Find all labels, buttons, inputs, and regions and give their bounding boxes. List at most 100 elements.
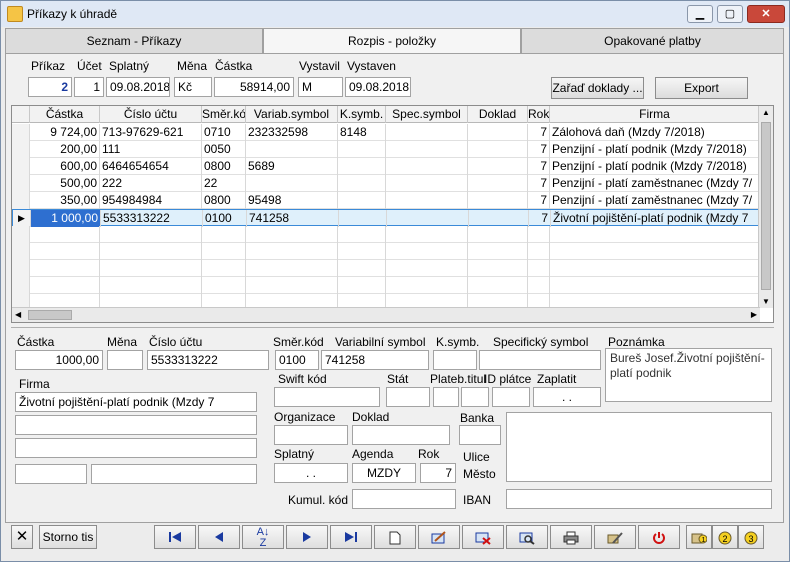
col-castka[interactable]: Částka: [30, 106, 100, 123]
label-prikaz: Příkaz: [31, 59, 66, 73]
table-row[interactable]: 600,00 6464654654 0800 5689 7 Penzijní -…: [12, 158, 760, 175]
col-rok[interactable]: Rok: [528, 106, 550, 123]
label-spec-detail: Specifický symbol: [493, 335, 589, 349]
zarad-doklady-button[interactable]: Zařaď doklady ...: [551, 77, 644, 99]
spec-detail-field[interactable]: [479, 350, 601, 370]
label-iban: IBAN: [463, 493, 492, 507]
psc-field[interactable]: [15, 464, 87, 484]
adresa-banky-field[interactable]: [506, 412, 772, 482]
maximize-button[interactable]: ▢: [717, 5, 743, 23]
new-document-icon[interactable]: [374, 525, 416, 549]
help-3-icon[interactable]: 3: [738, 525, 764, 549]
svg-text:3: 3: [749, 534, 754, 544]
scroll-up-icon[interactable]: ▲: [762, 108, 770, 117]
mena-field[interactable]: Kč: [174, 77, 212, 97]
label-ulice: Ulice: [463, 450, 490, 464]
col-spec-symbol[interactable]: Spec.symbol: [386, 106, 468, 123]
vystaven-field[interactable]: 09.08.2018: [345, 77, 411, 97]
iban-field[interactable]: [506, 489, 772, 509]
table-row[interactable]: 9 724,00 713-97629-621 0710 232332598 81…: [12, 124, 760, 141]
tab-opakovane-platby[interactable]: Opakované platby: [521, 28, 784, 54]
plateb-field[interactable]: [433, 387, 459, 407]
rok-detail-field[interactable]: 7: [420, 463, 456, 483]
sort-az-icon[interactable]: A↓ Z: [242, 525, 284, 549]
label-doklad-detail: Doklad: [352, 410, 390, 424]
delete-icon[interactable]: [462, 525, 504, 549]
col-doklad[interactable]: Doklad: [468, 106, 528, 123]
label-var-detail: Variabilní symbol: [335, 335, 426, 349]
grid-horizontal-scrollbar[interactable]: ◀ ▶: [12, 307, 760, 322]
swift-field[interactable]: [274, 387, 380, 407]
obec-field[interactable]: [91, 464, 257, 484]
grid-header: Částka Číslo účtu Směr.kód Variab.symbol…: [12, 106, 760, 123]
smer-detail-field[interactable]: 0100: [275, 350, 319, 370]
svg-text:2: 2: [723, 534, 728, 544]
poznamka-field[interactable]: Bureš Josef.Životní pojištění-platí podn…: [605, 348, 772, 402]
agenda-field[interactable]: MZDY: [352, 463, 416, 483]
zaplatit-field[interactable]: . .: [533, 387, 601, 407]
tools-icon[interactable]: [594, 525, 636, 549]
first-record-icon[interactable]: [154, 525, 196, 549]
print-icon[interactable]: [550, 525, 592, 549]
prikaz-field[interactable]: 2: [28, 77, 72, 97]
storno-button[interactable]: Storno tis: [39, 525, 97, 549]
next-record-icon[interactable]: [286, 525, 328, 549]
scroll-thumb[interactable]: [28, 310, 72, 320]
castka-field[interactable]: 58914,00: [214, 77, 294, 97]
help-1-icon[interactable]: 1: [686, 525, 712, 549]
col-k-symb[interactable]: K.symb.: [338, 106, 386, 123]
export-button[interactable]: Export: [655, 77, 748, 99]
scroll-thumb[interactable]: [761, 122, 771, 290]
vystavil-field[interactable]: M: [298, 77, 343, 97]
close-x-icon[interactable]: ✕: [11, 525, 33, 549]
banka-field[interactable]: [459, 425, 501, 445]
col-variab-symbol[interactable]: Variab.symbol: [246, 106, 338, 123]
splatny-detail-field[interactable]: . .: [274, 463, 348, 483]
table-row-selected[interactable]: ▶ 1 000,00 5533313222 0100 741258 7 Živo…: [12, 209, 761, 227]
stat-field[interactable]: [386, 387, 430, 407]
minimize-button[interactable]: ▁: [687, 5, 713, 23]
row-pointer-icon: ▶: [13, 210, 31, 227]
close-button[interactable]: ✕: [747, 5, 785, 23]
search-icon[interactable]: [506, 525, 548, 549]
label-rok-detail: Rok: [418, 447, 440, 461]
plateb2-field[interactable]: [461, 387, 489, 407]
col-firma[interactable]: Firma: [550, 106, 760, 123]
ucet-field[interactable]: 1: [74, 77, 104, 97]
ucet-detail-field[interactable]: 5533313222: [147, 350, 269, 370]
splatny-field[interactable]: 09.08.2018: [106, 77, 170, 97]
firma-field[interactable]: Životní pojištění-platí podnik (Mzdy 7: [15, 392, 257, 412]
mena-detail-field[interactable]: [107, 350, 143, 370]
organizace-field[interactable]: [274, 425, 348, 445]
tab-rozpis-polozky[interactable]: Rozpis - položky: [263, 28, 521, 55]
label-ksym-detail: K.symb.: [436, 335, 480, 349]
scroll-right-icon[interactable]: ▶: [751, 310, 757, 319]
table-row[interactable]: 500,00 222 22 7 Penzijní - platí zaměstn…: [12, 175, 760, 192]
label-organizace: Organizace: [274, 410, 336, 424]
var-detail-field[interactable]: 741258: [321, 350, 429, 370]
label-idplatce: ID plátce: [484, 372, 532, 386]
edit-icon[interactable]: [418, 525, 460, 549]
grid-vertical-scrollbar[interactable]: ▲ ▼: [758, 106, 773, 308]
castka-detail-field[interactable]: 1000,00: [15, 350, 103, 370]
col-smer-kod[interactable]: Směr.kód: [202, 106, 246, 123]
power-icon[interactable]: [638, 525, 680, 549]
doklad-detail-field[interactable]: [352, 425, 450, 445]
col-cislo-uctu[interactable]: Číslo účtu: [100, 106, 202, 123]
tab-seznam-prikazy[interactable]: Seznam - Příkazy: [5, 28, 263, 54]
idplatce-field[interactable]: [492, 387, 530, 407]
label-ucet: Účet: [77, 59, 102, 73]
scroll-left-icon[interactable]: ◀: [15, 310, 21, 319]
firma-line2-field[interactable]: [15, 415, 257, 435]
items-grid[interactable]: Částka Číslo účtu Směr.kód Variab.symbol…: [11, 105, 774, 323]
help-2-icon[interactable]: 2: [712, 525, 738, 549]
firma-line3-field[interactable]: [15, 438, 257, 458]
kumul-field[interactable]: [352, 489, 456, 509]
previous-record-icon[interactable]: [198, 525, 240, 549]
label-vystaven: Vystaven: [347, 59, 396, 73]
ksym-detail-field[interactable]: [433, 350, 477, 370]
table-row[interactable]: 350,00 954984984 0800 95498 7 Penzijní -…: [12, 192, 760, 209]
table-row[interactable]: 200,00 111 0050 7 Penzijní - platí podni…: [12, 141, 760, 158]
last-record-icon[interactable]: [330, 525, 372, 549]
scroll-down-icon[interactable]: ▼: [762, 297, 770, 306]
